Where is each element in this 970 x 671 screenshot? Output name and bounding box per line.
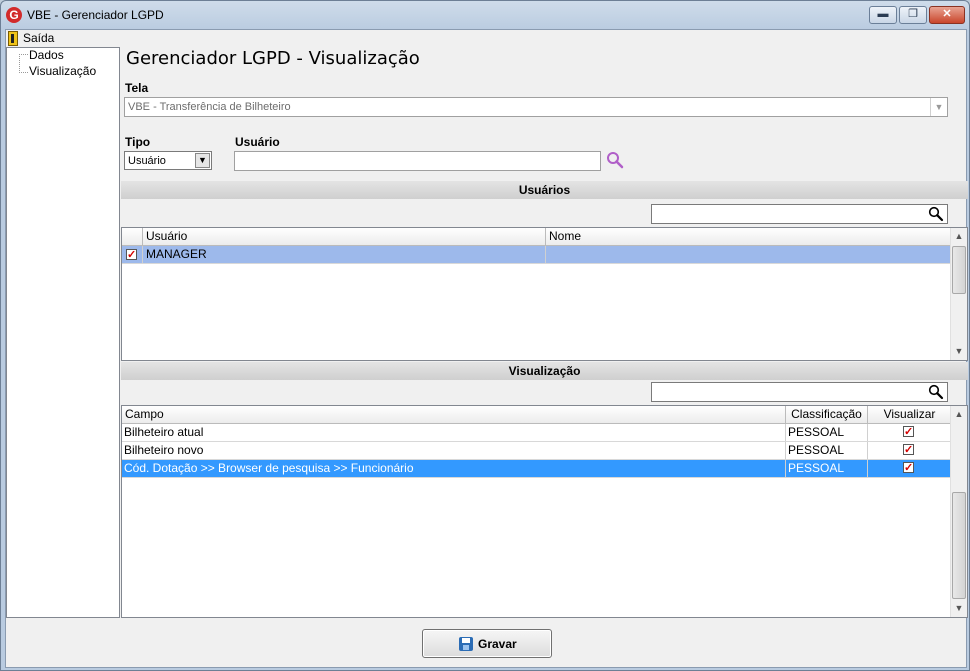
chevron-down-icon[interactable]: ▼ bbox=[195, 153, 210, 168]
column-header-usuario[interactable]: Usuário bbox=[143, 228, 546, 246]
save-button[interactable]: Gravar bbox=[422, 629, 552, 658]
cell-campo: Bilheteiro atual bbox=[122, 424, 786, 441]
tela-label: Tela bbox=[125, 81, 149, 95]
tela-select-value: VBE - Transferência de Bilheteiro bbox=[128, 101, 291, 113]
visualizacao-scrollbar[interactable]: ▲ ▼ bbox=[950, 406, 967, 617]
usuarios-search-input[interactable] bbox=[651, 204, 948, 224]
grid-header: Usuário Nome bbox=[122, 228, 951, 246]
minimize-button[interactable]: ▬ bbox=[869, 6, 897, 24]
close-button[interactable]: ✕ bbox=[929, 6, 965, 24]
scroll-up-icon[interactable]: ▲ bbox=[951, 228, 967, 245]
maximize-button[interactable]: ❐ bbox=[899, 6, 927, 24]
table-row[interactable]: MANAGER bbox=[122, 246, 951, 264]
usuarios-scrollbar[interactable]: ▲ ▼ bbox=[950, 228, 967, 360]
column-header-classificacao[interactable]: Classificação bbox=[786, 406, 868, 424]
row-checkbox-cell[interactable] bbox=[122, 246, 143, 263]
cell-visualizar[interactable] bbox=[868, 442, 951, 459]
page-title: Gerenciador LGPD - Visualização bbox=[126, 48, 420, 69]
tipo-label: Tipo bbox=[125, 135, 151, 149]
column-header-campo[interactable]: Campo bbox=[122, 406, 786, 424]
tree-connector bbox=[19, 54, 20, 73]
cell-visualizar[interactable] bbox=[868, 424, 951, 441]
navigation-tree: Dados Visualização bbox=[6, 47, 120, 618]
menu-bar: Saída bbox=[6, 30, 966, 47]
save-button-label: Gravar bbox=[478, 637, 517, 651]
menu-item-exit[interactable]: Saída bbox=[23, 31, 54, 45]
visualizar-checkbox[interactable] bbox=[903, 424, 914, 441]
chevron-down-icon[interactable]: ▼ bbox=[930, 98, 947, 116]
search-icon[interactable] bbox=[928, 206, 944, 222]
scroll-thumb[interactable] bbox=[952, 246, 966, 294]
usuario-input[interactable] bbox=[234, 151, 601, 171]
window-title: VBE - Gerenciador LGPD bbox=[27, 8, 164, 22]
cell-nome bbox=[546, 246, 951, 263]
tree-item-visualizacao[interactable]: Visualização bbox=[29, 64, 96, 78]
grid-header-checkbox-col bbox=[122, 228, 143, 246]
search-icon[interactable] bbox=[928, 384, 944, 400]
scroll-up-icon[interactable]: ▲ bbox=[951, 406, 967, 423]
scroll-down-icon[interactable]: ▼ bbox=[951, 343, 967, 360]
visualizacao-section-header: Visualização bbox=[121, 362, 968, 380]
table-row[interactable]: Bilheteiro atual PESSOAL bbox=[122, 424, 951, 442]
row-checkbox[interactable] bbox=[126, 247, 137, 263]
exit-door-icon bbox=[8, 31, 18, 46]
visualizacao-grid: Campo Classificação Visualizar Bilheteir… bbox=[121, 405, 968, 618]
save-icon bbox=[459, 637, 473, 651]
tree-connector bbox=[19, 54, 28, 55]
app-window: G VBE - Gerenciador LGPD ▬ ❐ ✕ Saída Dad… bbox=[0, 0, 970, 671]
client-area: Saída Dados Visualização Gerenciador LGP… bbox=[5, 29, 968, 668]
app-logo-icon: G bbox=[6, 7, 22, 23]
grid-header: Campo Classificação Visualizar bbox=[122, 406, 951, 424]
visualizar-checkbox[interactable] bbox=[903, 460, 914, 477]
cell-classificacao: PESSOAL bbox=[786, 442, 868, 459]
table-row[interactable]: Cód. Dotação >> Browser de pesquisa >> F… bbox=[122, 460, 951, 478]
tipo-select[interactable]: Usuário ▼ bbox=[124, 151, 212, 170]
cell-campo: Bilheteiro novo bbox=[122, 442, 786, 459]
usuario-label: Usuário bbox=[235, 135, 280, 149]
usuarios-grid: Usuário Nome MANAGER ▲ ▼ bbox=[121, 227, 968, 361]
visualizacao-search-input[interactable] bbox=[651, 382, 948, 402]
cell-classificacao: PESSOAL bbox=[786, 460, 868, 477]
table-row[interactable]: Bilheteiro novo PESSOAL bbox=[122, 442, 951, 460]
title-bar[interactable]: G VBE - Gerenciador LGPD ▬ ❐ ✕ bbox=[1, 1, 969, 29]
cell-campo: Cód. Dotação >> Browser de pesquisa >> F… bbox=[122, 460, 786, 477]
tree-connector bbox=[19, 72, 28, 73]
column-header-visualizar[interactable]: Visualizar bbox=[868, 406, 951, 424]
magnifier-icon[interactable] bbox=[606, 151, 624, 169]
cell-visualizar[interactable] bbox=[868, 460, 951, 477]
tela-select[interactable]: VBE - Transferência de Bilheteiro ▼ bbox=[124, 97, 948, 117]
main-panel: Gerenciador LGPD - Visualização Tela VBE… bbox=[121, 47, 968, 618]
cell-classificacao: PESSOAL bbox=[786, 424, 868, 441]
footer-bar: Gravar bbox=[6, 618, 966, 667]
usuarios-section-header: Usuários bbox=[121, 181, 968, 199]
tipo-select-value: Usuário bbox=[128, 155, 166, 167]
column-header-nome[interactable]: Nome bbox=[546, 228, 951, 246]
scroll-thumb[interactable] bbox=[952, 492, 966, 599]
scroll-down-icon[interactable]: ▼ bbox=[951, 600, 967, 617]
visualizar-checkbox[interactable] bbox=[903, 442, 914, 459]
cell-usuario: MANAGER bbox=[143, 246, 546, 263]
tree-item-dados[interactable]: Dados bbox=[29, 48, 64, 62]
